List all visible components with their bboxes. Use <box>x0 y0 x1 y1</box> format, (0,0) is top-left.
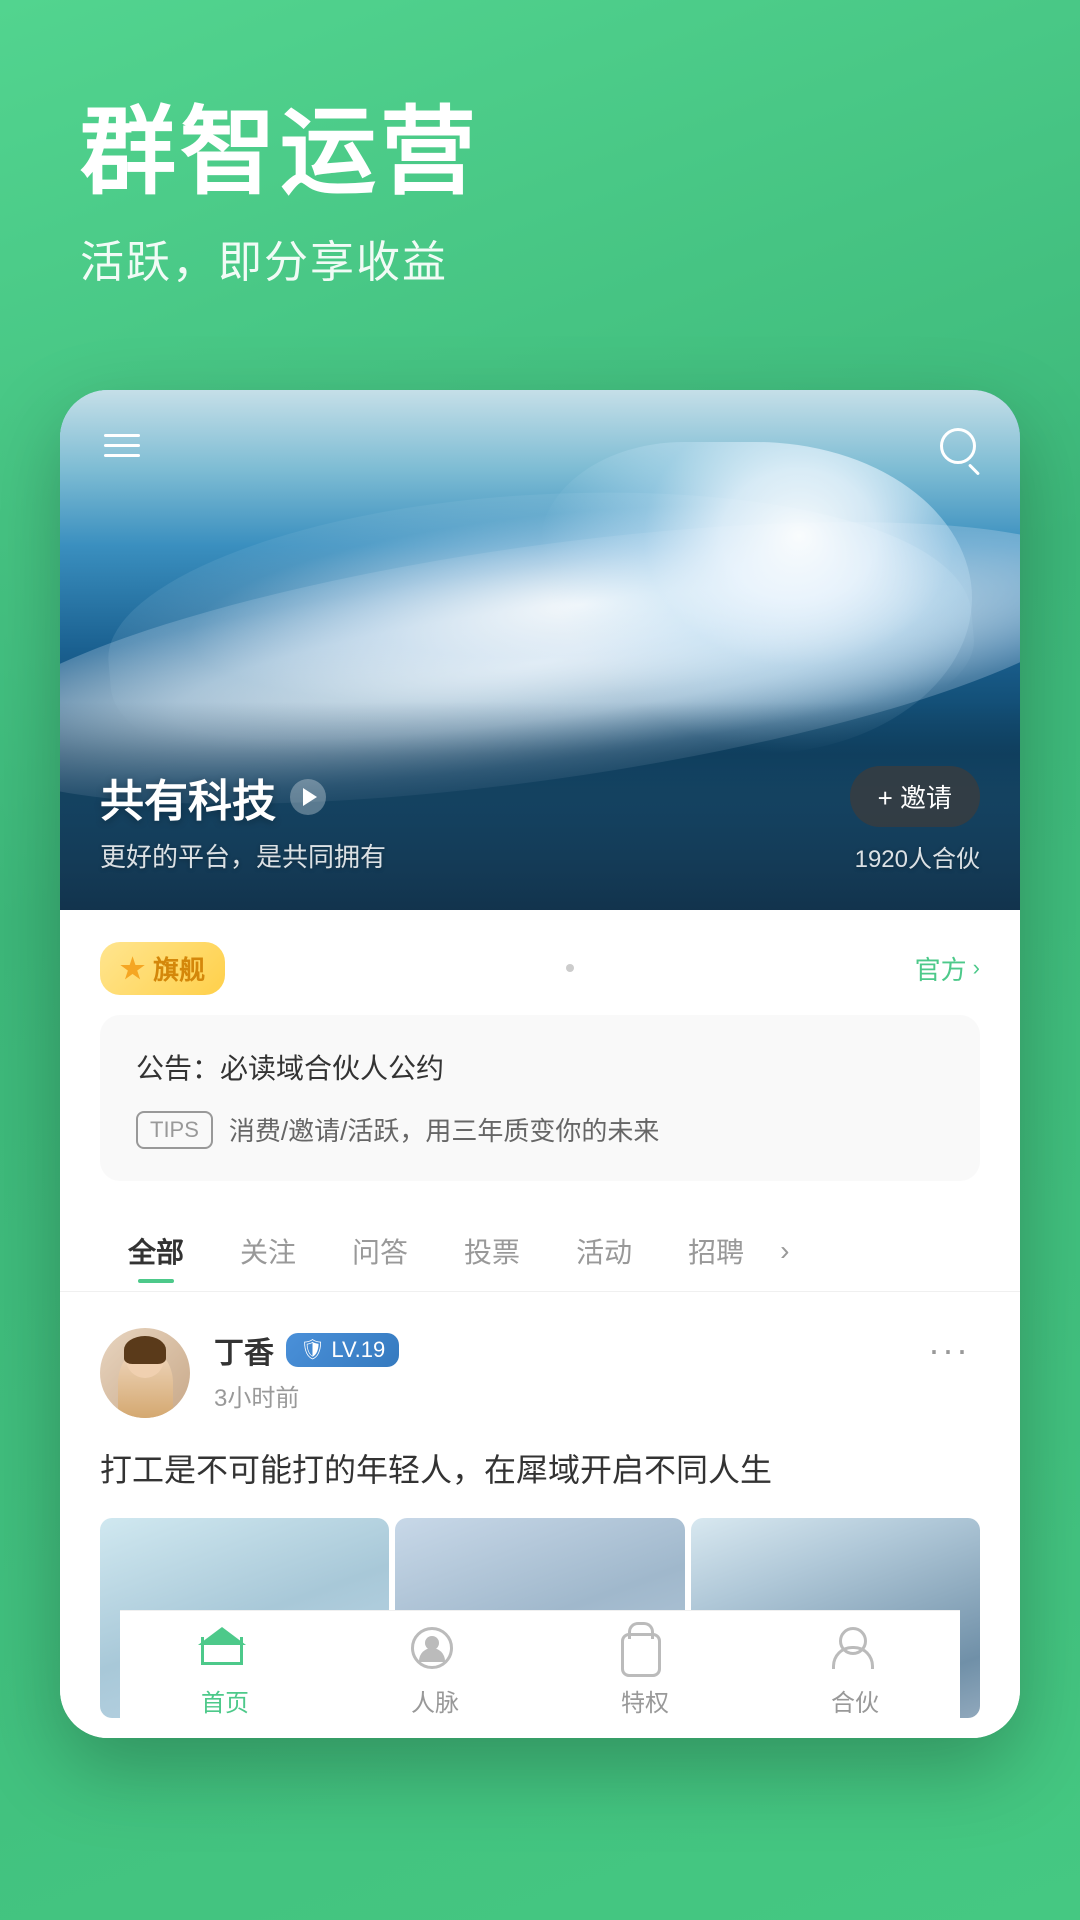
hero-group-subtitle: 更好的平台，是共同拥有 <box>100 837 386 874</box>
home-icon-shape <box>201 1627 243 1665</box>
nav-partner[interactable]: 合伙 <box>831 1627 879 1718</box>
menu-icon[interactable] <box>96 420 148 472</box>
tab-activity[interactable]: 活动 <box>548 1221 660 1281</box>
nav-privilege[interactable]: 特权 <box>621 1627 669 1718</box>
nav-home[interactable]: 首页 <box>201 1627 249 1718</box>
partner-count: 1920人合伙 <box>855 839 980 874</box>
flagship-badge: ★ 旗舰 <box>100 942 225 995</box>
main-title: 群智运营 <box>80 100 1000 206</box>
tips-row: TIPS 消费/邀请/活跃，用三年质变你的未来 <box>136 1111 944 1149</box>
phone-card: 共有科技 更好的平台，是共同拥有 + 邀请 1920人合伙 ★ 旗舰 <box>60 390 1020 1738</box>
partner-icon-shape <box>831 1627 875 1669</box>
official-link[interactable]: 官方 › <box>915 950 980 987</box>
tab-follow[interactable]: 关注 <box>212 1221 324 1281</box>
nav-people[interactable]: 人脉 <box>411 1627 459 1718</box>
tab-recruit[interactable]: 招聘 <box>660 1221 772 1281</box>
partner-icon <box>831 1627 879 1675</box>
post-header: 丁香 🛡 LV.19 3小时前 ··· <box>100 1328 980 1418</box>
post-user: 丁香 🛡 LV.19 3小时前 <box>100 1328 399 1418</box>
avatar <box>100 1328 190 1418</box>
star-icon: ★ <box>120 952 145 985</box>
tab-more-icon[interactable]: › <box>780 1235 789 1267</box>
hamburger-line-2 <box>104 444 140 447</box>
hero-title-group: 共有科技 更好的平台，是共同拥有 <box>100 765 386 874</box>
invite-button[interactable]: + 邀请 <box>850 766 980 827</box>
hero-nav <box>60 390 1020 502</box>
nav-home-label: 首页 <box>201 1683 249 1718</box>
search-icon[interactable] <box>932 420 984 472</box>
level-label: LV.19 <box>331 1337 385 1363</box>
chevron-right-icon: › <box>973 955 980 981</box>
more-options-button[interactable]: ··· <box>918 1328 980 1372</box>
people-icon-shape <box>411 1627 453 1669</box>
hero-image: 共有科技 更好的平台，是共同拥有 + 邀请 1920人合伙 <box>60 390 1020 910</box>
hero-title-row: 共有科技 <box>100 765 386 829</box>
post-content: 打工是不可能打的年轻人，在犀域开启不同人生 <box>100 1446 980 1494</box>
dot-separator <box>566 964 574 972</box>
tips-badge: TIPS <box>136 1111 213 1149</box>
play-button[interactable] <box>290 779 326 815</box>
search-circle <box>940 428 976 464</box>
official-label: 官方 <box>915 950 967 987</box>
play-triangle <box>303 788 317 806</box>
bottom-nav: 首页 人脉 特权 合伙 <box>120 1610 960 1738</box>
hamburger-line-3 <box>104 454 140 457</box>
shield-icon: 🛡 <box>300 1337 325 1362</box>
nav-people-label: 人脉 <box>411 1683 459 1718</box>
nav-privilege-label: 特权 <box>621 1683 669 1718</box>
announcement-title: 公告：必读域合伙人公约 <box>136 1047 944 1087</box>
badge-row: ★ 旗舰 官方 › <box>60 910 1020 1015</box>
user-name-row: 丁香 🛡 LV.19 <box>214 1328 399 1372</box>
tab-all[interactable]: 全部 <box>100 1221 212 1281</box>
announcement-card[interactable]: 公告：必读域合伙人公约 TIPS 消费/邀请/活跃，用三年质变你的未来 <box>100 1015 980 1181</box>
people-icon <box>411 1627 459 1675</box>
hero-right: + 邀请 1920人合伙 <box>850 766 980 874</box>
flagship-label: 旗舰 <box>153 950 205 987</box>
privilege-icon <box>621 1627 669 1675</box>
hero-bottom: 共有科技 更好的平台，是共同拥有 + 邀请 1920人合伙 <box>60 735 1020 910</box>
post-time: 3小时前 <box>214 1378 399 1413</box>
post-user-info: 丁香 🛡 LV.19 3小时前 <box>214 1328 399 1413</box>
sub-title: 活跃，即分享收益 <box>80 226 1000 290</box>
tab-bar: 全部 关注 问答 投票 活动 招聘 › <box>60 1201 1020 1292</box>
invite-label: + 邀请 <box>878 778 952 815</box>
avatar-hair <box>124 1336 166 1364</box>
level-badge: 🛡 LV.19 <box>286 1333 399 1367</box>
user-name: 丁香 <box>214 1328 274 1372</box>
nav-partner-label: 合伙 <box>831 1683 879 1718</box>
tab-vote[interactable]: 投票 <box>436 1221 548 1281</box>
tab-qa[interactable]: 问答 <box>324 1221 436 1281</box>
bag-icon-shape <box>621 1633 661 1677</box>
hamburger-line-1 <box>104 434 140 437</box>
home-icon <box>201 1627 249 1675</box>
header-section: 群智运营 活跃，即分享收益 <box>0 0 1080 350</box>
hero-group-name: 共有科技 <box>100 765 276 829</box>
tips-text: 消费/邀请/活跃，用三年质变你的未来 <box>229 1111 659 1148</box>
